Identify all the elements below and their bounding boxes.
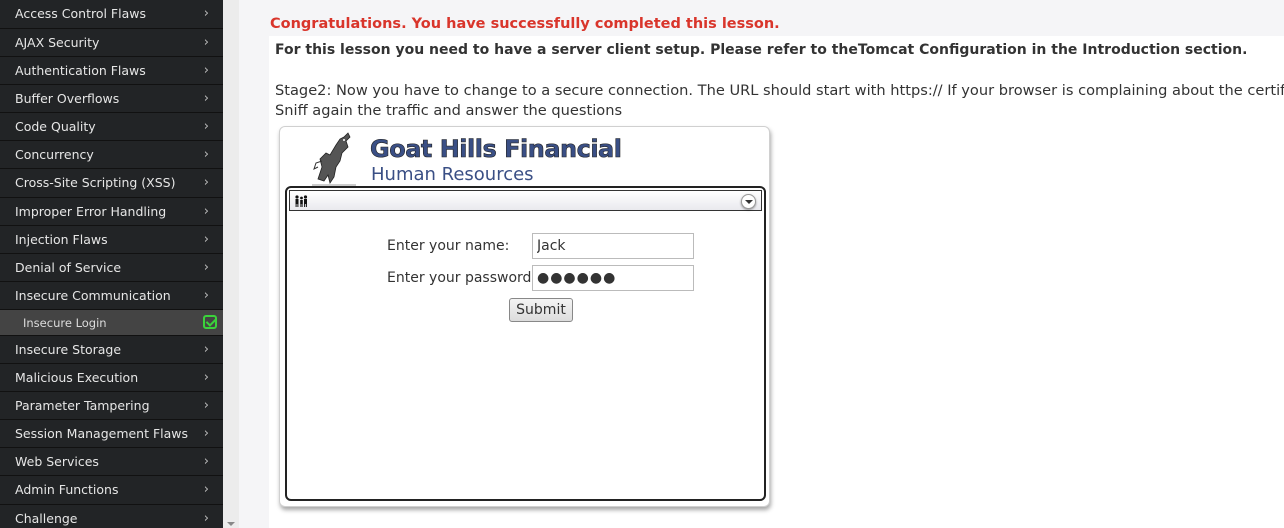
login-panel: Enter your name: Enter your password: Su… — [285, 186, 766, 501]
sidebar-scrollbar[interactable] — [223, 0, 239, 528]
sidebar-item-insecure-communication[interactable]: Insecure Communication › — [0, 282, 223, 310]
lesson-intro: For this lesson you need to have a serve… — [275, 42, 1248, 58]
stage-instructions: Stage2: Now you have to change to a secu… — [275, 81, 1284, 121]
scroll-down-arrow-icon[interactable] — [227, 522, 235, 526]
sidebar-item-label: Malicious Execution — [15, 370, 139, 386]
chevron-right-icon: › — [203, 398, 209, 414]
chevron-right-icon: › — [203, 287, 209, 303]
sidebar-item-ajax-security[interactable]: AJAX Security › — [0, 29, 223, 58]
chevron-right-icon: › — [203, 454, 209, 470]
chevron-right-icon: › — [203, 119, 209, 135]
sidebar-item-label: Injection Flaws — [15, 231, 108, 247]
chevron-right-icon: › — [203, 510, 209, 526]
sidebar-item-label: Insecure Communication — [15, 287, 171, 303]
goat-logo-icon — [312, 132, 356, 186]
sidebar-item-session-management-flaws[interactable]: Session Management Flaws › — [0, 420, 223, 449]
stage-line-1: Stage2: Now you have to change to a secu… — [275, 82, 1284, 99]
sidebar-item-label: Insecure Storage — [15, 341, 122, 357]
name-label: Enter your name: — [387, 238, 510, 254]
sidebar-item-label: Access Control Flaws — [15, 6, 146, 21]
sidebar-item-label: Parameter Tampering — [15, 398, 150, 414]
chevron-right-icon: › — [203, 231, 209, 247]
sidebar-item-insecure-storage[interactable]: Insecure Storage › — [0, 336, 223, 365]
chevron-right-icon: › — [203, 35, 209, 50]
sidebar-item-label: AJAX Security — [15, 35, 100, 50]
sidebar-item-malicious-execution[interactable]: Malicious Execution › — [0, 364, 223, 393]
check-icon — [203, 314, 217, 329]
chevron-right-icon: › — [203, 259, 209, 275]
password-field[interactable] — [532, 265, 694, 291]
chevron-right-icon: › — [203, 6, 209, 21]
logo-title: Goat Hills Financial — [370, 135, 623, 164]
sidebar-item-label: Concurrency — [15, 147, 94, 163]
spacer — [239, 0, 269, 528]
sidebar-item-authentication-flaws[interactable]: Authentication Flaws › — [0, 57, 223, 86]
sidebar-item-access-control-flaws[interactable]: Access Control Flaws › — [0, 0, 223, 29]
sidebar-item-label: Cross-Site Scripting (XSS) — [15, 175, 176, 191]
collapse-icon[interactable] — [741, 194, 756, 209]
sidebar-item-label: Session Management Flaws — [15, 426, 189, 442]
people-icon — [295, 195, 308, 207]
sidebar-subitem-insecure-login[interactable]: Insecure Login — [0, 309, 223, 336]
sidebar-item-label: Improper Error Handling — [15, 203, 167, 219]
sidebar-item-label: Denial of Service — [15, 259, 122, 275]
chevron-right-icon: › — [203, 63, 209, 79]
panel-header — [289, 190, 762, 211]
sidebar-item-label: Challenge — [15, 510, 78, 526]
name-field[interactable] — [532, 233, 694, 259]
sidebar-item-label: Code Quality — [15, 119, 96, 135]
sidebar-item-web-services[interactable]: Web Services › — [0, 448, 223, 477]
chevron-right-icon: › — [203, 370, 209, 386]
sidebar-item-label: Authentication Flaws — [15, 63, 146, 79]
sidebar-item-challenge[interactable]: Challenge › — [0, 505, 223, 528]
company-logo: Goat Hills Financial Human Resources — [310, 131, 640, 187]
sidebar-item-xss[interactable]: Cross-Site Scripting (XSS) › — [0, 169, 223, 198]
sidebar-nav: Access Control Flaws › AJAX Security › Aut… — [0, 0, 223, 528]
sidebar-item-buffer-overflows[interactable]: Buffer Overflows › — [0, 85, 223, 114]
chevron-right-icon: › — [203, 91, 209, 107]
chevron-right-icon: › — [203, 482, 209, 498]
sidebar-item-label: Buffer Overflows — [15, 91, 120, 107]
sidebar-item-code-quality[interactable]: Code Quality › — [0, 113, 223, 142]
sidebar-subitem-label: Insecure Login — [23, 315, 107, 330]
submit-button[interactable]: Submit — [509, 298, 573, 322]
chevron-right-icon: › — [203, 175, 209, 191]
chevron-right-icon: › — [203, 426, 209, 442]
sidebar-item-improper-error-handling[interactable]: Improper Error Handling › — [0, 198, 223, 226]
password-label: Enter your password: — [387, 270, 537, 286]
chevron-right-icon: › — [203, 341, 209, 357]
sidebar-item-label: Admin Functions — [15, 482, 119, 498]
chevron-right-icon: › — [203, 203, 209, 219]
chevron-right-icon: › — [203, 147, 209, 163]
sidebar-item-admin-functions[interactable]: Admin Functions › — [0, 476, 223, 505]
sidebar-item-injection-flaws[interactable]: Injection Flaws › — [0, 226, 223, 254]
lesson-frame: Goat Hills Financial Human Resources Ent… — [279, 126, 770, 507]
sidebar-item-label: Web Services — [15, 454, 99, 470]
sidebar-item-concurrency[interactable]: Concurrency › — [0, 141, 223, 170]
success-message: Congratulations. You have successfully c… — [270, 16, 780, 32]
stage-line-2: Sniff again the traffic and answer the q… — [275, 102, 623, 119]
sidebar-item-denial-of-service[interactable]: Denial of Service › — [0, 254, 223, 282]
logo-subtitle: Human Resources — [371, 164, 534, 185]
sidebar-item-parameter-tampering[interactable]: Parameter Tampering › — [0, 392, 223, 421]
